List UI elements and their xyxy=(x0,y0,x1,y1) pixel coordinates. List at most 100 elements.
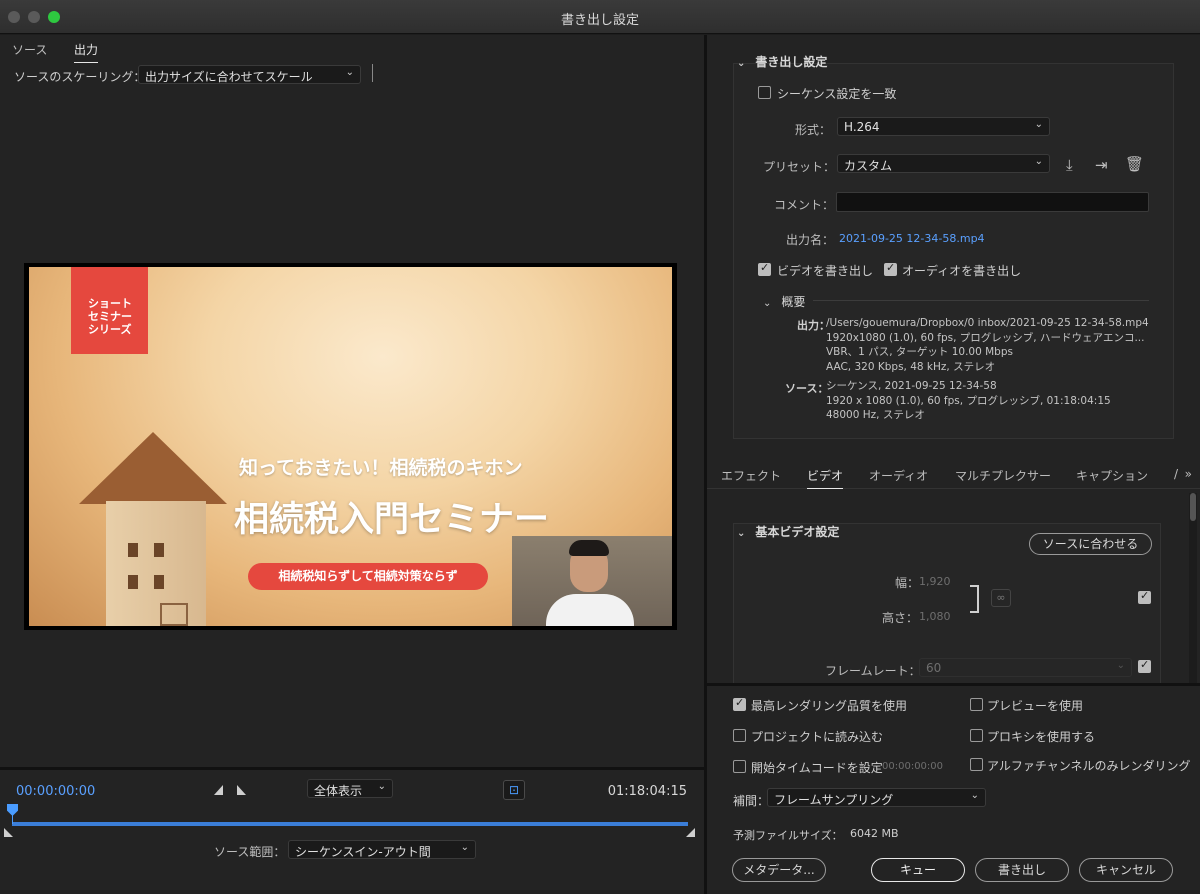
use-previews-label: プレビューを使用 xyxy=(987,699,1084,713)
zoom-dropdown[interactable]: 全体表示 ⌄ xyxy=(307,779,393,798)
use-previews-checkbox[interactable] xyxy=(970,698,983,711)
source-range-dropdown[interactable]: シーケンスイン-アウト間 ⌄ xyxy=(288,840,476,859)
chevron-down-icon: ⌄ xyxy=(460,842,469,853)
export-video-checkbox[interactable] xyxy=(758,261,771,276)
metadata-button[interactable]: メタデータ... xyxy=(732,858,826,882)
interpolation-dropdown[interactable]: フレームサンプリング ⌄ xyxy=(767,788,986,807)
comment-input[interactable] xyxy=(836,192,1149,212)
mark-out-icon[interactable] xyxy=(237,785,246,795)
framerate-checkbox[interactable] xyxy=(1138,658,1151,673)
summary-header[interactable]: ⌄ 概要 xyxy=(763,293,805,310)
match-sequence-checkbox[interactable] xyxy=(758,86,771,99)
queue-button[interactable]: キュー xyxy=(871,858,965,882)
match-sequence-label: シーケンス設定を一致 xyxy=(777,87,897,101)
export-options: 最高レンダリング品質を使用 プレビューを使用 プロジェクトに読み込む プロキシを… xyxy=(707,683,1200,894)
aspect-bracket xyxy=(970,585,979,613)
chevron-down-icon: ⌄ xyxy=(1116,660,1125,671)
mark-in-icon[interactable] xyxy=(214,785,223,795)
width-height-checkbox[interactable] xyxy=(1138,589,1151,604)
interpolation-value: フレームサンプリング xyxy=(774,793,894,807)
save-preset-icon[interactable]: ⤓ xyxy=(1066,156,1073,174)
chevron-down-icon: ⌄ xyxy=(737,58,746,69)
tab-source[interactable]: ソース xyxy=(12,41,47,58)
estimated-size-value: 6042 MB xyxy=(850,827,899,840)
width-value[interactable]: 1,920 xyxy=(919,575,951,588)
scrollbar-thumb[interactable] xyxy=(1190,493,1196,521)
tab-captions[interactable]: キャプション xyxy=(1076,467,1148,484)
chevron-down-icon: ⌄ xyxy=(345,67,354,78)
in-point-handle[interactable] xyxy=(4,828,13,837)
tab-video[interactable]: ビデオ xyxy=(807,467,844,489)
tab-audio[interactable]: オーディオ xyxy=(869,467,928,484)
divider xyxy=(372,64,373,82)
source-range-label: ソース範囲： xyxy=(214,845,286,859)
format-dropdown[interactable]: H.264 ⌄ xyxy=(837,117,1050,136)
chevron-down-icon: ⌄ xyxy=(763,298,772,309)
preset-value: カスタム xyxy=(844,159,893,173)
use-proxies-label: プロキシを使用する xyxy=(987,730,1096,744)
interpolation-label: 補間： xyxy=(733,794,770,808)
preset-dropdown[interactable]: カスタム ⌄ xyxy=(837,154,1050,173)
chevron-down-icon: ⌄ xyxy=(1034,156,1043,167)
import-preset-icon[interactable]: ⇥ xyxy=(1095,156,1108,174)
import-into-project-checkbox[interactable] xyxy=(733,729,746,742)
alpha-only-checkbox[interactable] xyxy=(970,758,983,771)
match-source-button[interactable]: ソースに合わせる xyxy=(1029,533,1152,555)
export-settings-title: 書き出し設定 xyxy=(755,55,828,69)
summary-line: 48000 Hz, ステレオ xyxy=(826,409,925,421)
link-icon[interactable]: ∞ xyxy=(991,589,1011,607)
out-point-handle[interactable] xyxy=(686,828,695,837)
basic-video-header[interactable]: ⌄ 基本ビデオ設定 xyxy=(737,524,839,540)
set-start-timecode-label: 開始タイムコードを設定 xyxy=(751,761,883,775)
tab-multiplexer[interactable]: マルチプレクサー xyxy=(955,467,1051,484)
cancel-button[interactable]: キャンセル xyxy=(1079,858,1173,882)
format-label: 形式： xyxy=(795,123,832,137)
tab-effects[interactable]: エフェクト xyxy=(721,467,781,484)
series-badge: ショート セミナー シリーズ xyxy=(71,267,148,354)
fit-frame-icon[interactable]: ⊡ xyxy=(503,780,525,800)
tab-overflow[interactable]: / xyxy=(1174,467,1178,481)
speaker-shirt xyxy=(546,594,634,626)
summary-source-values: シーケンス, 2021-09-25 12-34-58 1920 x 1080 (… xyxy=(826,379,1111,423)
format-value: H.264 xyxy=(844,120,880,134)
delete-preset-icon[interactable]: 🗑 xyxy=(1125,155,1144,173)
framerate-dropdown[interactable]: 60 ⌄ xyxy=(919,658,1132,677)
max-render-quality-label: 最高レンダリング品質を使用 xyxy=(751,699,908,713)
title-bar: 書き出し設定 xyxy=(0,0,1200,34)
house-door xyxy=(160,603,188,626)
summary-source-key: ソース： xyxy=(785,382,829,395)
timeline-area: 00:00:00:00 全体表示 ⌄ ⊡ 01:18:04:15 ソース範囲： … xyxy=(0,767,704,859)
preview-subtitle: 知っておきたい！相続税のキホン xyxy=(239,457,523,479)
max-render-quality-checkbox[interactable] xyxy=(733,696,746,711)
chevron-down-icon: ⌄ xyxy=(970,790,979,801)
summary-line: /Users/gouemura/Dropbox/0 inbox/2021-09-… xyxy=(826,317,1149,329)
current-timecode[interactable]: 00:00:00:00 xyxy=(16,784,95,799)
height-value[interactable]: 1,080 xyxy=(919,610,951,623)
set-start-timecode-checkbox[interactable] xyxy=(733,760,746,773)
export-settings-header[interactable]: ⌄ 書き出し設定 xyxy=(737,53,827,70)
start-timecode-value[interactable]: 00:00:00:00 xyxy=(882,761,943,772)
comment-label: コメント： xyxy=(774,198,835,212)
timeline-bar[interactable] xyxy=(12,822,688,826)
output-name-link[interactable]: 2021-09-25 12-34-58.mp4 xyxy=(839,232,985,245)
summary-line: VBR、1 パス, ターゲット 10.00 Mbps xyxy=(826,346,1013,358)
playhead-line xyxy=(12,814,13,824)
window-title: 書き出し設定 xyxy=(560,13,639,28)
preview-pane: ソース 出力 ソースのスケーリング： 出力サイズに合わせてスケール ⌄ ショート… xyxy=(0,35,704,894)
chevron-down-icon: ⌄ xyxy=(377,781,386,792)
export-button[interactable]: 書き出し xyxy=(975,858,1069,882)
badge-line: セミナー xyxy=(88,310,132,323)
output-name-label: 出力名： xyxy=(786,233,835,247)
settings-scrollbar[interactable] xyxy=(1189,493,1197,685)
speaker-hair xyxy=(569,540,609,556)
export-audio-label: オーディオを書き出し xyxy=(902,264,1022,278)
tab-output[interactable]: 出力 xyxy=(74,41,99,63)
use-proxies-checkbox[interactable] xyxy=(970,729,983,742)
zoom-value: 全体表示 xyxy=(314,784,363,798)
scaling-value: 出力サイズに合わせてスケール xyxy=(145,70,313,84)
framerate-value: 60 xyxy=(926,661,942,675)
speaker-inset xyxy=(512,536,672,626)
export-audio-checkbox[interactable] xyxy=(884,261,897,276)
scaling-dropdown[interactable]: 出力サイズに合わせてスケール ⌄ xyxy=(138,65,361,84)
more-tabs-icon[interactable]: » xyxy=(1185,467,1192,481)
